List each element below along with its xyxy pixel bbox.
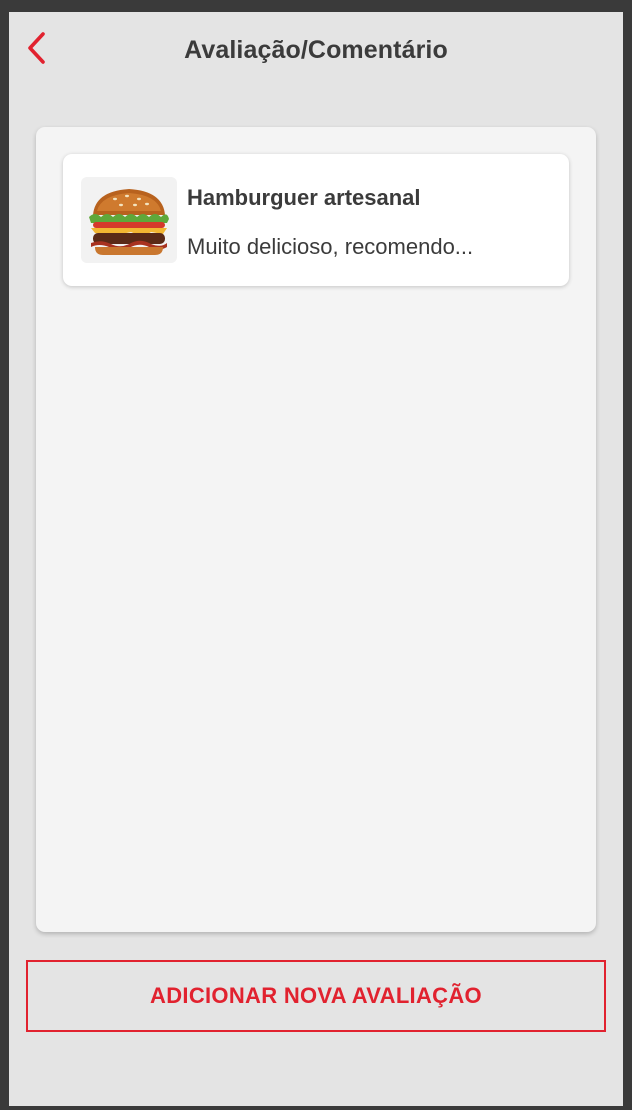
review-title: Hamburguer artesanal xyxy=(187,185,421,210)
review-card[interactable]: Hamburguer artesanal Muito delicioso, re… xyxy=(63,154,569,286)
app-screen: Avaliação/Comentário Hamburguer artesana… xyxy=(9,12,623,1106)
review-comment: Muito delicioso, recomendo... xyxy=(187,234,474,259)
hamburger-image xyxy=(81,177,177,263)
page-title: Avaliação/Comentário xyxy=(184,36,448,64)
reviews-list: Hamburguer artesanal Muito delicioso, re… xyxy=(36,127,596,932)
add-review-button[interactable]: ADICIONAR NOVA AVALIAÇÃO xyxy=(26,960,606,1032)
